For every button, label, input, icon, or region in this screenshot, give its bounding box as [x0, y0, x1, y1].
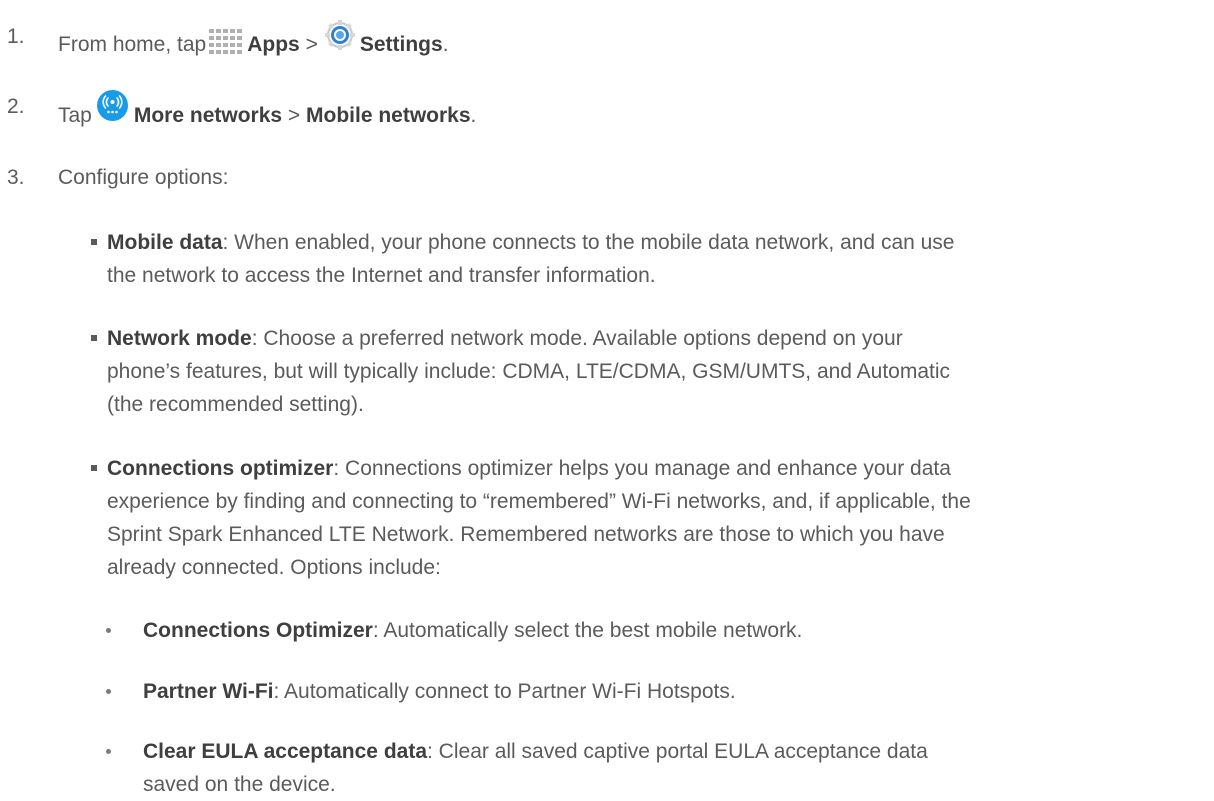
round-bullet — [106, 749, 111, 754]
more-networks-icon — [96, 89, 129, 122]
sub-option-term: Connections Optimizer — [143, 619, 373, 642]
sub-option-description: Connections Optimizer: Automatically sel… — [143, 619, 803, 642]
round-bullet — [106, 628, 111, 633]
option-term: Connections optimizer — [107, 457, 334, 480]
step-number: 2. — [7, 95, 25, 118]
document-page: 1. From home, tap Apps > Settings. 2. Ta… — [0, 0, 1214, 800]
step-text: Tap More networks > Mobile networks. — [58, 90, 476, 128]
apps-grid-icon — [209, 29, 243, 54]
option-description: Connections optimizer: Connections optim… — [107, 457, 971, 579]
step-number: 3. — [7, 166, 25, 189]
option-description: Network mode: Choose a preferred network… — [107, 327, 951, 416]
sub-option-term: Partner Wi-Fi — [143, 680, 274, 703]
step-text: From home, tap Apps > Settings. — [58, 20, 449, 57]
sub-option-term: Clear EULA acceptance data — [143, 740, 428, 763]
option-term: Network mode — [107, 327, 252, 350]
option-description: Mobile data: When enabled, your phone co… — [107, 231, 955, 287]
step-number: 1. — [7, 25, 25, 48]
settings-gear-icon — [324, 19, 356, 51]
step-text: Configure options: — [58, 166, 229, 189]
square-bullet — [91, 465, 97, 471]
sub-option-description: Partner Wi-Fi: Automatically connect to … — [143, 680, 736, 703]
sub-option-description: Clear EULA acceptance data: Clear all sa… — [143, 740, 928, 796]
square-bullet — [91, 239, 97, 245]
option-term: Mobile data — [107, 231, 223, 254]
round-bullet — [106, 689, 111, 694]
square-bullet — [91, 335, 97, 341]
